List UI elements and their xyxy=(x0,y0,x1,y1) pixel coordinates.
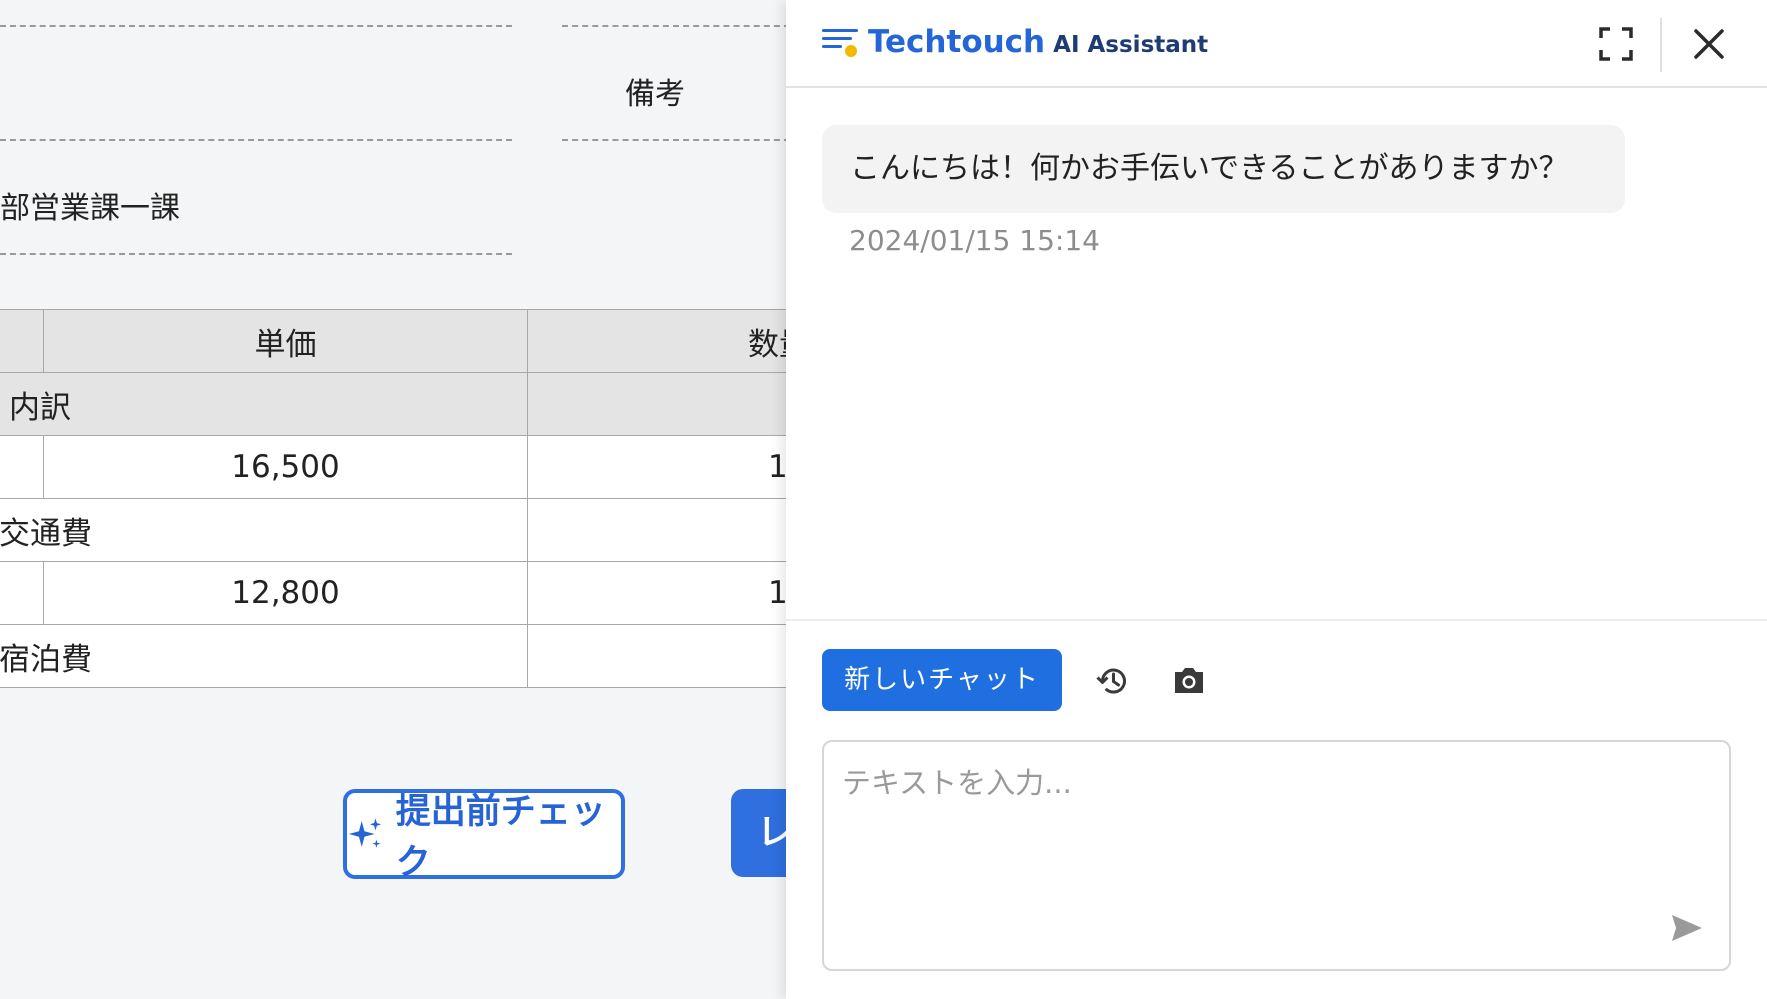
divider xyxy=(562,139,790,141)
unit-price-cell[interactable]: 12,800 xyxy=(43,561,528,625)
table-cell xyxy=(527,498,790,562)
logo: Techtouch AI Assistant xyxy=(822,24,1208,60)
next-button[interactable]: レ xyxy=(731,789,790,877)
table-header-cell xyxy=(0,309,44,373)
sparkle-icon xyxy=(348,818,382,848)
table-header-row: 単価 数量 xyxy=(0,309,790,373)
table-cell xyxy=(527,372,790,436)
table-row: 交通費 xyxy=(0,498,790,562)
assistant-message: こんにちは！何かお手伝いできることがありますか？ xyxy=(822,125,1625,213)
table-cell xyxy=(0,435,44,499)
section-label: 宿泊費 xyxy=(0,624,528,688)
new-chat-button[interactable]: 新しいチャット xyxy=(822,649,1062,711)
expense-table: 単価 数量 内訳 16,500 1 交通費 12,800 1 宿泊費 xyxy=(0,309,790,688)
table-row: 宿泊費 xyxy=(0,624,790,688)
background-form: 備考 部営業課一課 単価 数量 内訳 16,500 1 交通費 12,800 1 xyxy=(0,0,790,999)
table-cell xyxy=(527,624,790,688)
expand-icon[interactable] xyxy=(1599,27,1633,61)
department-value: 部営業課一課 xyxy=(0,191,180,226)
techtouch-logo-icon xyxy=(822,29,858,57)
product-name: AI Assistant xyxy=(1053,32,1209,58)
divider xyxy=(0,253,512,255)
send-icon[interactable] xyxy=(1670,913,1704,943)
camera-icon[interactable] xyxy=(1172,664,1206,696)
remarks-label: 備考 xyxy=(625,77,685,112)
divider xyxy=(0,139,512,141)
table-cell xyxy=(0,561,44,625)
header-divider xyxy=(1660,18,1662,72)
table-row: 12,800 1 xyxy=(0,561,790,625)
section-label: 内訳 xyxy=(0,372,528,436)
quantity-header: 数量 xyxy=(527,309,790,373)
ai-assistant-panel: Techtouch AI Assistant こんにちは！何かお手伝いできること… xyxy=(786,0,1767,999)
quantity-cell[interactable]: 1 xyxy=(527,435,790,499)
divider xyxy=(786,619,1767,621)
unit-price-cell[interactable]: 16,500 xyxy=(43,435,528,499)
message-timestamp: 2024/01/15 15:14 xyxy=(849,224,1100,257)
chat-input[interactable] xyxy=(822,740,1731,971)
history-icon[interactable] xyxy=(1096,664,1130,698)
unit-price-header: 単価 xyxy=(43,309,528,373)
divider xyxy=(0,25,512,27)
quantity-cell[interactable]: 1 xyxy=(527,561,790,625)
precheck-button[interactable]: 提出前チェック xyxy=(343,789,625,883)
brand-name: Techtouch xyxy=(868,24,1046,60)
table-row: 内訳 xyxy=(0,372,790,436)
precheck-button-label: 提出前チェック xyxy=(395,792,606,883)
close-icon[interactable] xyxy=(1689,24,1729,64)
table-row: 16,500 1 xyxy=(0,435,790,499)
panel-header: Techtouch AI Assistant xyxy=(786,0,1767,88)
section-label: 交通費 xyxy=(0,498,528,562)
divider xyxy=(562,25,790,27)
